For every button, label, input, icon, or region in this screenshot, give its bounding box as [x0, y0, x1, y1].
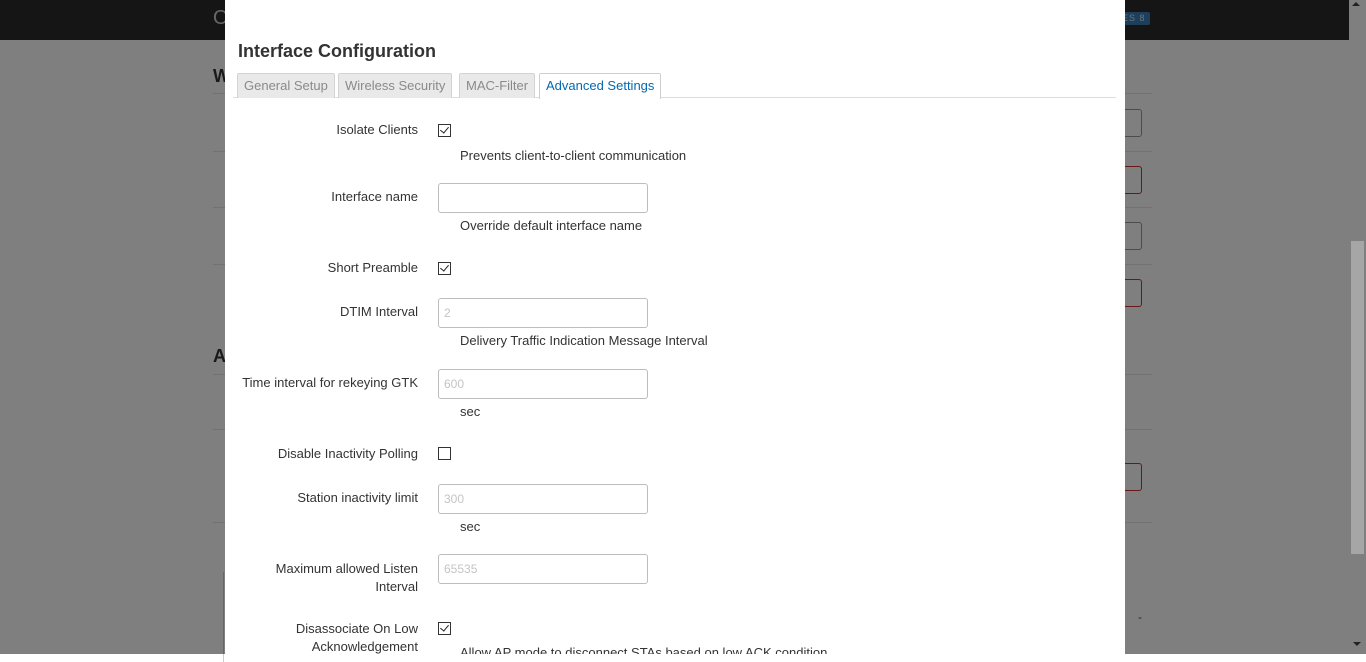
tab-mac-filter[interactable]: MAC-Filter: [459, 73, 536, 98]
station-inactivity-limit-label: Station inactivity limit: [297, 490, 418, 505]
scrollbar-thumb[interactable]: [1351, 241, 1364, 554]
max-listen-interval-input[interactable]: [438, 554, 648, 584]
rekey-gtk-unit: sec: [460, 404, 481, 419]
checkmark-icon: [440, 262, 449, 272]
dtim-interval-input[interactable]: [438, 298, 648, 328]
max-listen-interval-label-line2: Interval: [375, 579, 418, 594]
tab-general-setup[interactable]: General Setup: [237, 73, 335, 98]
rekey-gtk-label: Time interval for rekeying GTK: [242, 375, 418, 390]
disassoc-low-ack-label-line1: Disassociate On Low: [295, 621, 418, 636]
isolate-clients-checkbox[interactable]: [438, 124, 451, 137]
short-preamble-checkbox[interactable]: [438, 262, 451, 275]
station-inactivity-limit-unit: sec: [460, 519, 481, 534]
station-inactivity-limit-input[interactable]: [438, 484, 648, 514]
disassoc-low-ack-label-line2: Acknowledgement: [311, 639, 418, 654]
checkmark-icon: [440, 622, 449, 632]
short-preamble-label: Short Preamble: [327, 260, 418, 275]
checkmark-icon: [440, 124, 449, 134]
rekey-gtk-input[interactable]: [438, 369, 648, 399]
disassoc-low-ack-label: Disassociate On Low Acknowledgement: [225, 620, 418, 654]
tab-bar: General Setup Wireless Security MAC-Filt…: [233, 73, 1116, 99]
interface-name-input[interactable]: [438, 183, 648, 213]
scroll-up-arrow-icon[interactable]: [1352, 2, 1360, 6]
interface-name-description: Override default interface name: [460, 218, 643, 233]
dtim-interval-description: Delivery Traffic Indication Message Inte…: [460, 333, 708, 348]
disable-inactivity-polling-checkbox[interactable]: [438, 447, 451, 460]
disable-inactivity-polling-label: Disable Inactivity Polling: [277, 446, 418, 461]
interface-name-label: Interface name: [331, 189, 418, 204]
max-listen-interval-label: Maximum allowed Listen Interval: [225, 560, 418, 596]
scroll-down-arrow-icon[interactable]: [1353, 642, 1361, 646]
disassoc-low-ack-description: Allow AP mode to disconnect STAs based o…: [460, 645, 828, 654]
isolate-clients-description: Prevents client-to-client communication: [460, 148, 687, 163]
disassoc-low-ack-checkbox[interactable]: [438, 622, 451, 635]
tab-wireless-security[interactable]: Wireless Security: [338, 73, 453, 98]
max-listen-interval-label-line1: Maximum allowed Listen: [275, 561, 418, 576]
dtim-interval-label: DTIM Interval: [339, 304, 418, 319]
modal-title: Interface Configuration: [238, 41, 437, 61]
interface-configuration-modal: Interface Configuration General Setup Wi…: [225, 0, 1125, 654]
isolate-clients-label: Isolate Clients: [336, 122, 418, 137]
tab-advanced-settings[interactable]: Advanced Settings: [539, 73, 662, 99]
